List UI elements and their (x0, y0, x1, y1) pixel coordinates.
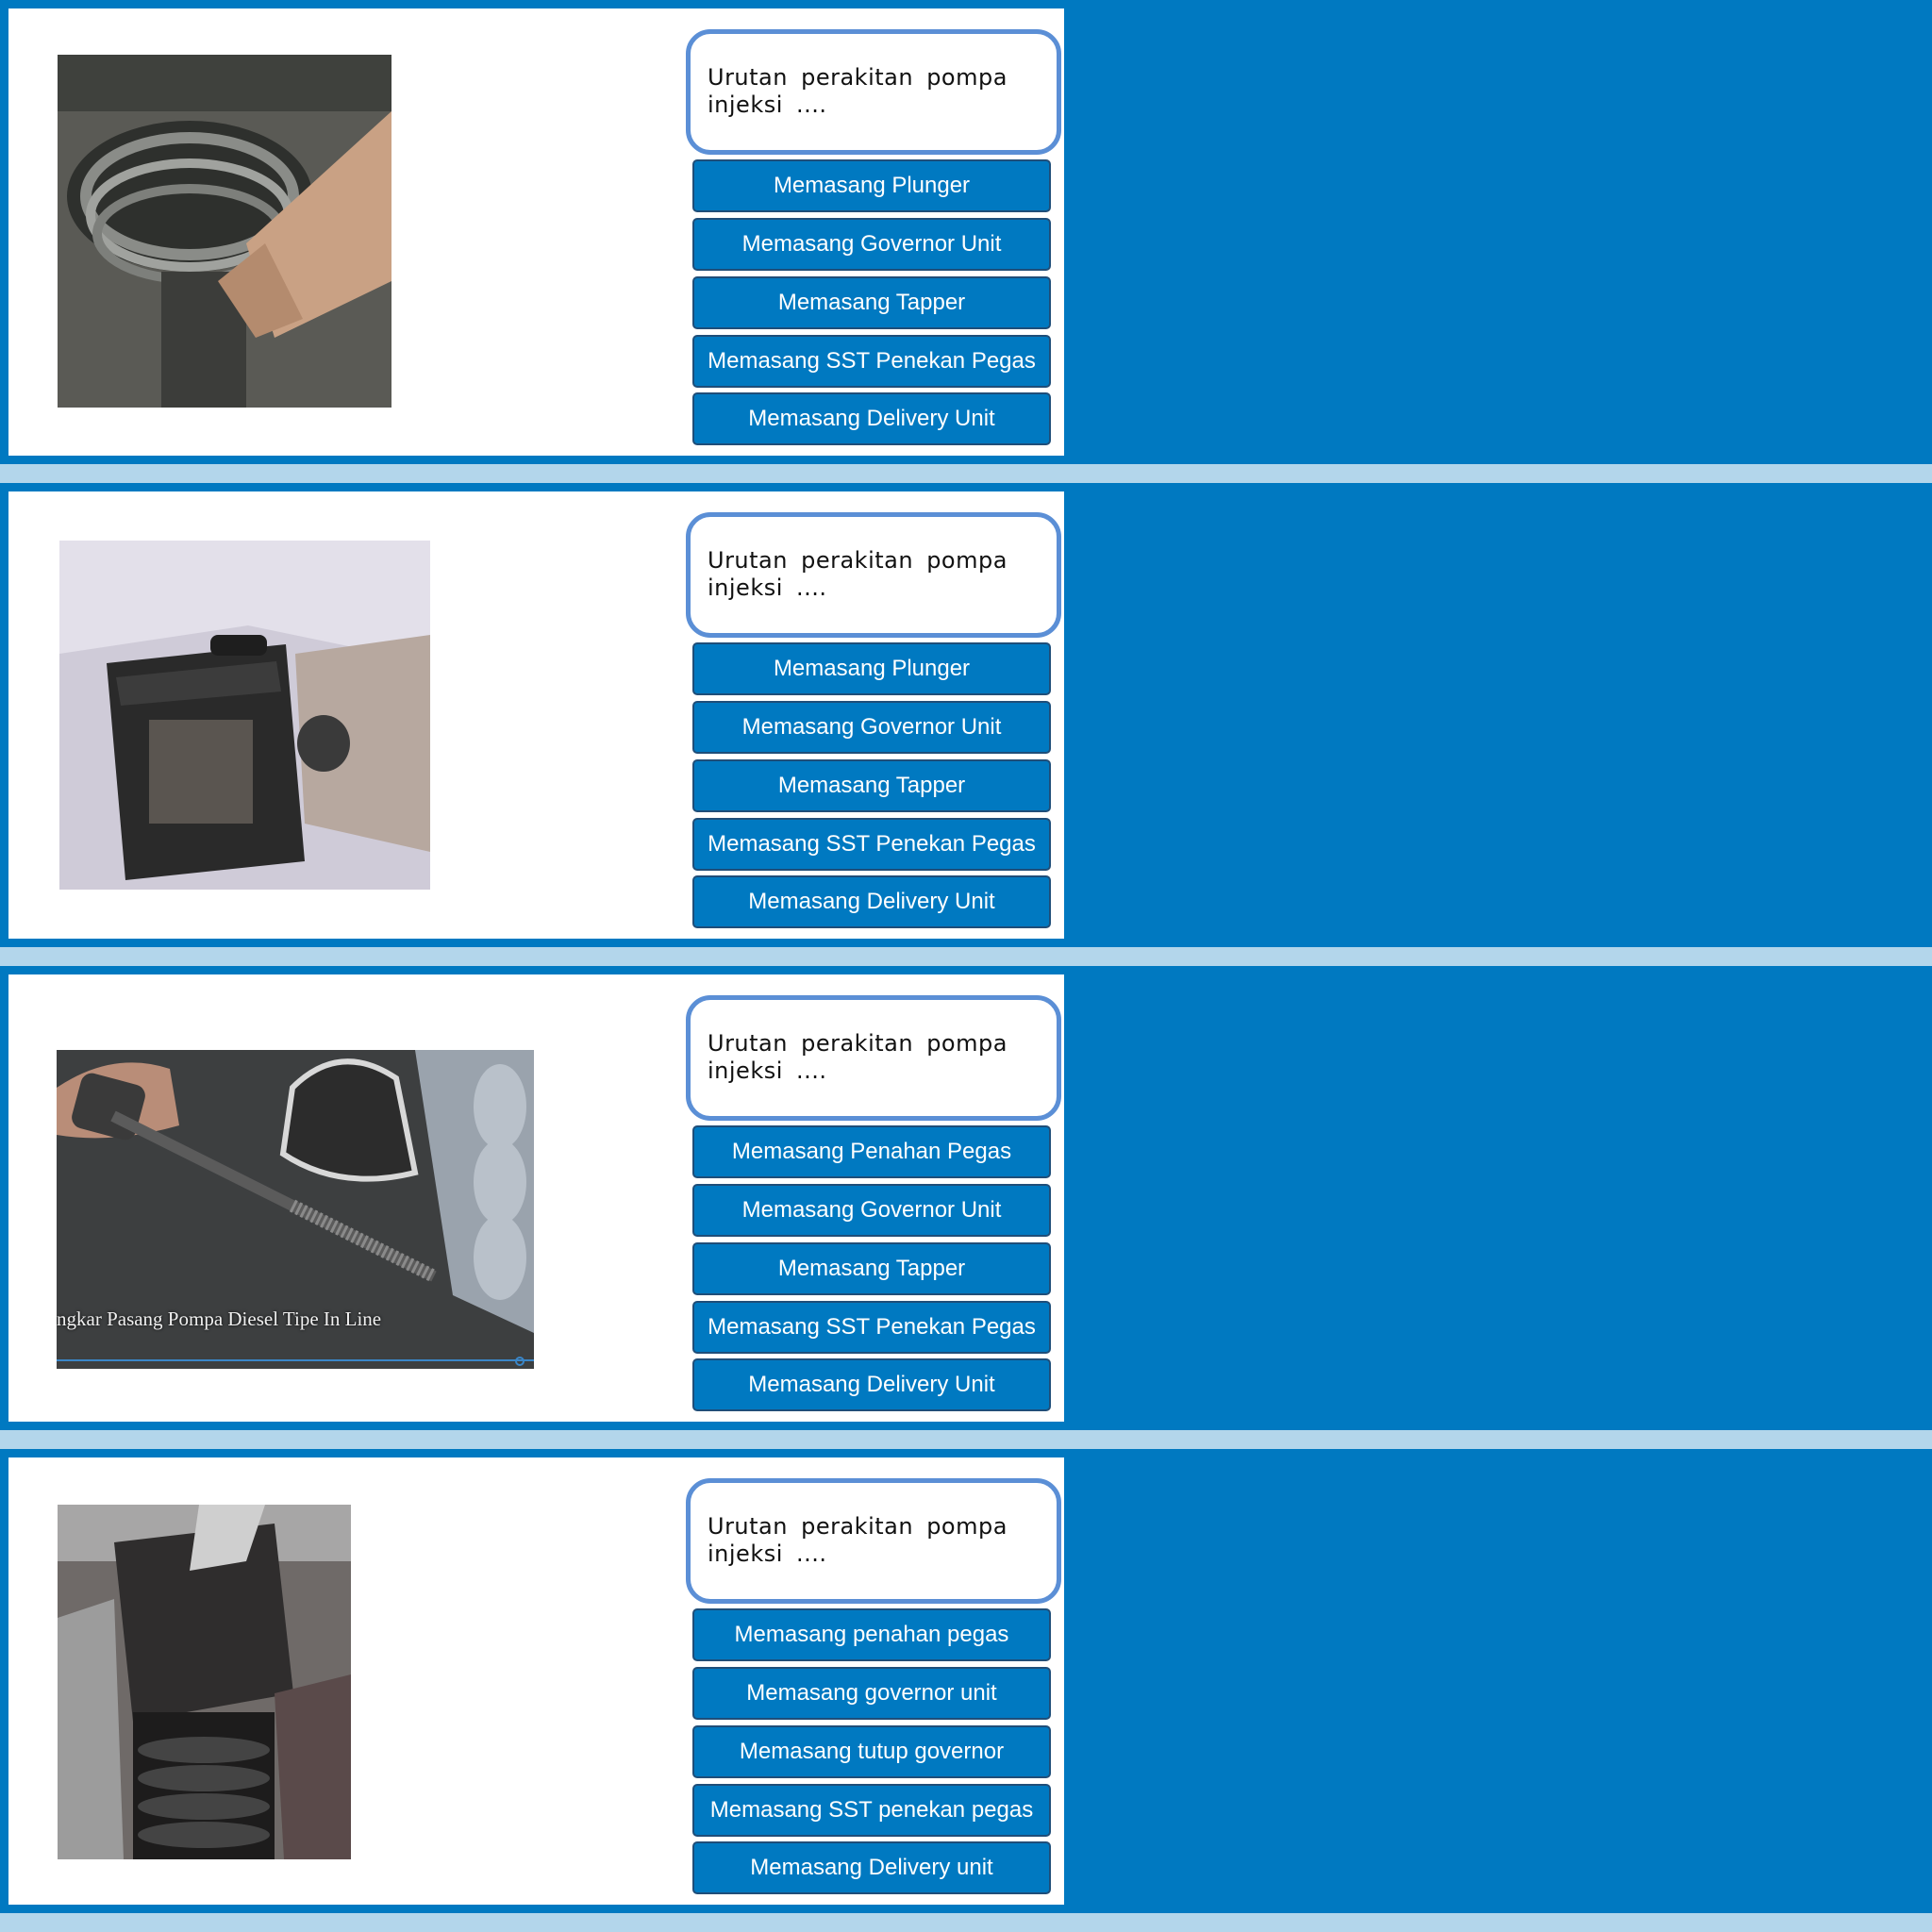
option-button[interactable]: Memasang governor unit (692, 1667, 1051, 1720)
slide-card: Urutan perakitan pompa injeksi .... Mema… (8, 8, 1064, 456)
question-box: Urutan perakitan pompa injeksi .... (686, 29, 1061, 155)
option-button[interactable]: Memasang Plunger (692, 642, 1051, 695)
option-button[interactable]: Memasang penahan pegas (692, 1608, 1051, 1661)
option-button[interactable]: Memasang Delivery unit (692, 1841, 1051, 1894)
slide-card: Urutan perakitan pompa injeksi .... Mema… (8, 1457, 1064, 1905)
option-button[interactable]: Memasang Governor Unit (692, 218, 1051, 271)
option-button[interactable]: Memasang SST Penekan Pegas (692, 335, 1051, 388)
slide-4: Urutan perakitan pompa injeksi .... Mema… (0, 1449, 1932, 1913)
slide-card: ngkar Pasang Pompa Diesel Tipe In Line U… (8, 974, 1064, 1422)
option-button[interactable]: Memasang Penahan Pegas (692, 1125, 1051, 1178)
option-button[interactable]: Memasang Governor Unit (692, 1184, 1051, 1237)
question-box: Urutan perakitan pompa injeksi .... (686, 995, 1061, 1121)
slide-separator (0, 464, 1932, 483)
option-button[interactable]: Memasang SST Penekan Pegas (692, 818, 1051, 871)
video-progress-bar[interactable] (57, 1359, 534, 1361)
option-button[interactable]: Memasang Plunger (692, 159, 1051, 212)
option-button[interactable]: Memasang Delivery Unit (692, 875, 1051, 928)
slide-1: Urutan perakitan pompa injeksi .... Mema… (0, 0, 1932, 464)
slide-separator (0, 1913, 1932, 1932)
video-caption: ngkar Pasang Pompa Diesel Tipe In Line (57, 1307, 382, 1330)
slide-separator (0, 1430, 1932, 1449)
option-button[interactable]: Memasang Delivery Unit (692, 392, 1051, 445)
slide-2: Urutan perakitan pompa injeksi .... Mema… (0, 483, 1932, 947)
slide-card: Urutan perakitan pompa injeksi .... Mema… (8, 491, 1064, 939)
option-button[interactable]: Memasang Tapper (692, 1242, 1051, 1295)
spring-retainer-photo (58, 1505, 351, 1859)
question-box: Urutan perakitan pompa injeksi .... (686, 512, 1061, 638)
option-button[interactable]: Memasang SST Penekan Pegas (692, 1301, 1051, 1354)
video-scrubber-handle[interactable] (515, 1357, 525, 1366)
option-button[interactable]: Memasang SST penekan pegas (692, 1784, 1051, 1837)
spring-plunger-photo (58, 55, 391, 408)
slide-separator (0, 947, 1932, 966)
option-button[interactable]: Memasang Delivery Unit (692, 1358, 1051, 1411)
slide-3: ngkar Pasang Pompa Diesel Tipe In Line U… (0, 966, 1932, 1430)
sst-tool-video-frame: ngkar Pasang Pompa Diesel Tipe In Line (57, 1050, 534, 1369)
option-button[interactable]: Memasang Governor Unit (692, 701, 1051, 754)
option-button[interactable]: Memasang Tapper (692, 759, 1051, 812)
question-box: Urutan perakitan pompa injeksi .... (686, 1478, 1061, 1604)
option-button[interactable]: Memasang Tapper (692, 276, 1051, 329)
option-button[interactable]: Memasang tutup governor (692, 1725, 1051, 1778)
tappet-block-photo (59, 541, 430, 890)
